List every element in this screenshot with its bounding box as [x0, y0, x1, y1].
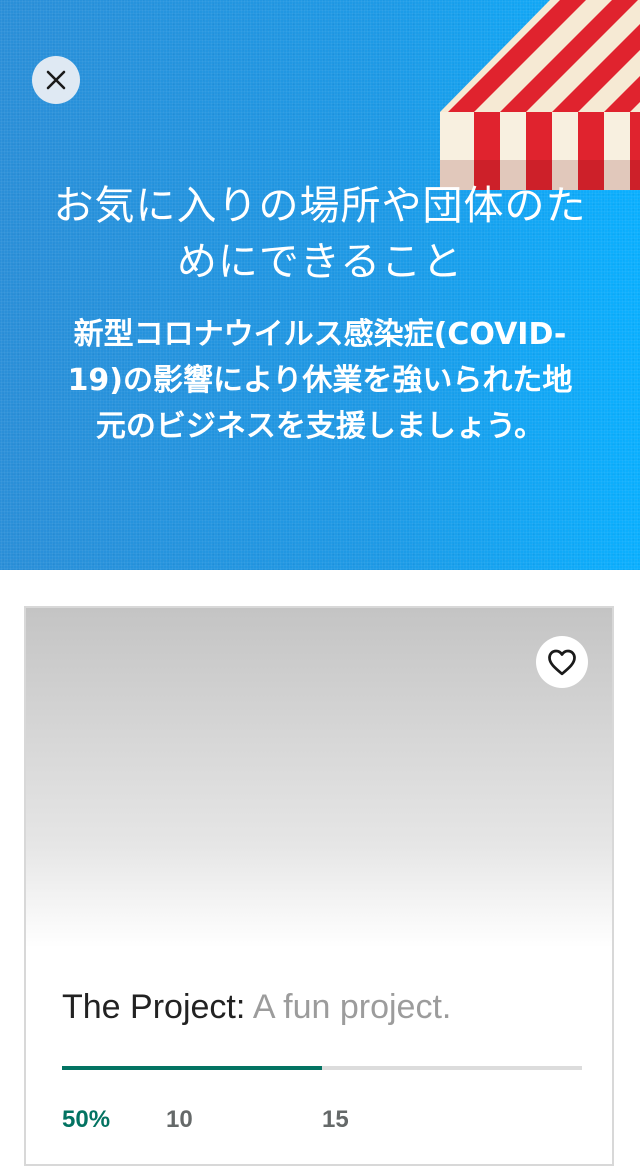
stat-second: 10: [166, 1106, 193, 1133]
awning-illustration: [440, 0, 640, 190]
heart-icon: [548, 649, 576, 676]
stat-funded: 50%: [62, 1106, 111, 1133]
project-title[interactable]: The Project: A fun project.: [62, 988, 451, 1027]
close-icon: [46, 70, 66, 90]
hero-subtitle: 新型コロナウイルス感染症(COVID- 19)の影響により休業を強いられた地元の…: [67, 317, 573, 444]
project-tagline: A fun project.: [252, 988, 452, 1026]
project-name: The Project:: [62, 988, 246, 1026]
hero-title: お気に入りの場所や団体のためにできること: [53, 183, 587, 285]
funding-progress-bar: [62, 1066, 582, 1070]
funding-progress-fill: [62, 1066, 322, 1070]
close-button[interactable]: [32, 56, 80, 104]
favorite-button[interactable]: [536, 636, 588, 688]
stat-third: 15: [322, 1106, 349, 1133]
project-card[interactable]: The Project: A fun project. 50% 10 15: [24, 606, 614, 1166]
hero-banner: お気に入りの場所や団体のためにできること 新型コロナウイルス感染症(COVID-…: [0, 0, 640, 570]
project-image: [26, 608, 612, 948]
